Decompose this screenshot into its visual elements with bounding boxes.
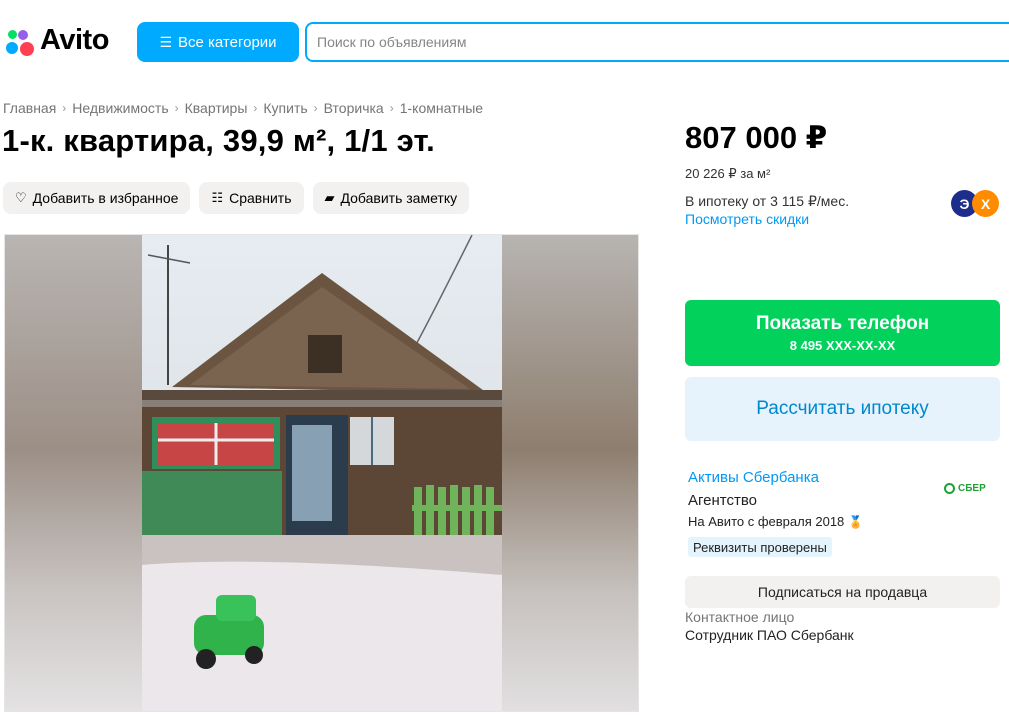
show-phone-button[interactable]: Показать телефон 8 495 XXX-XX-XX [685, 300, 1000, 366]
view-discounts-link[interactable]: Посмотреть скидки [685, 211, 809, 227]
breadcrumb-item[interactable]: Квартиры [185, 100, 248, 116]
avito-logo[interactable]: Avito [4, 24, 109, 57]
add-to-favorites-label: Добавить в избранное [32, 190, 179, 206]
listing-photo[interactable] [4, 234, 639, 712]
calculate-mortgage-button[interactable]: Рассчитать ипотеку [685, 377, 1000, 441]
sber-logo[interactable]: СБЕР [944, 483, 986, 494]
add-note-label: Добавить заметку [340, 190, 458, 206]
add-note-button[interactable]: ▰ Добавить заметку [312, 182, 470, 214]
breadcrumb-item[interactable]: Вторичка [324, 100, 384, 116]
breadcrumb-item[interactable]: Главная [3, 100, 56, 116]
chevron-right-icon: › [62, 101, 67, 115]
avito-logo-icon [4, 26, 38, 56]
contact-label: Контактное лицо [685, 609, 795, 625]
sber-logo-text: СБЕР [958, 483, 986, 494]
photo-blur-left [5, 235, 142, 711]
medal-icon: 🏅 [848, 514, 864, 529]
listing-title: 1-к. квартира, 39,9 м², 1/1 эт. [2, 123, 435, 158]
seller-type: Агентство [688, 492, 757, 509]
partner-badge-right-icon: Х [972, 190, 999, 217]
heart-icon: ♡ [15, 190, 27, 205]
verified-badge: Реквизиты проверены [688, 537, 832, 557]
list-search-icon: ☰ [159, 33, 172, 50]
partner-badge[interactable]: Э Х [951, 190, 1001, 217]
breadcrumb: Главная › Недвижимость › Квартиры › Купить ›… [3, 100, 483, 116]
breadcrumb-item[interactable]: Купить [263, 100, 307, 116]
chevron-right-icon: › [253, 101, 258, 115]
sber-logo-icon [944, 483, 955, 494]
contact-value: Сотрудник ПАО Сбербанк [685, 627, 854, 643]
price: 807 000 ₽ [685, 120, 828, 155]
all-categories-button[interactable]: ☰ Все категории [137, 22, 299, 62]
search-box[interactable] [305, 22, 1009, 62]
breadcrumb-item[interactable]: Недвижимость [72, 100, 168, 116]
seller-since: На Авито с февраля 2018 🏅 [688, 514, 863, 529]
note-icon: ▰ [324, 190, 335, 205]
logo-text: Avito [40, 24, 109, 56]
add-to-favorites-button[interactable]: ♡ Добавить в избранное [3, 182, 191, 214]
house-photo-image [142, 235, 502, 711]
chevron-right-icon: › [174, 101, 179, 115]
photo-blur-right [500, 235, 638, 711]
subscribe-seller-button[interactable]: Подписаться на продавца [685, 576, 1000, 608]
phone-number-masked: 8 495 XXX-XX-XX [789, 338, 896, 353]
seller-since-text: На Авито с февраля 2018 [688, 514, 845, 529]
breadcrumb-item[interactable]: 1-комнатные [400, 100, 483, 116]
price-per-m2: 20 226 ₽ за м² [685, 166, 771, 181]
chevron-right-icon: › [313, 101, 318, 115]
all-categories-label: Все категории [178, 33, 277, 51]
listing-actions: ♡ Добавить в избранное ☷ Сравнить ▰ Доба… [3, 182, 470, 214]
seller-name-link[interactable]: Активы Сбербанка [688, 469, 819, 486]
compare-icon: ☷ [211, 190, 224, 205]
show-phone-label: Показать телефон [755, 313, 930, 334]
chevron-right-icon: › [389, 101, 394, 115]
compare-button[interactable]: ☷ Сравнить [199, 182, 304, 214]
compare-label: Сравнить [229, 190, 292, 206]
search-input[interactable] [317, 34, 1009, 50]
mortgage-offer: В ипотеку от 3 115 ₽/мес. [685, 193, 850, 209]
